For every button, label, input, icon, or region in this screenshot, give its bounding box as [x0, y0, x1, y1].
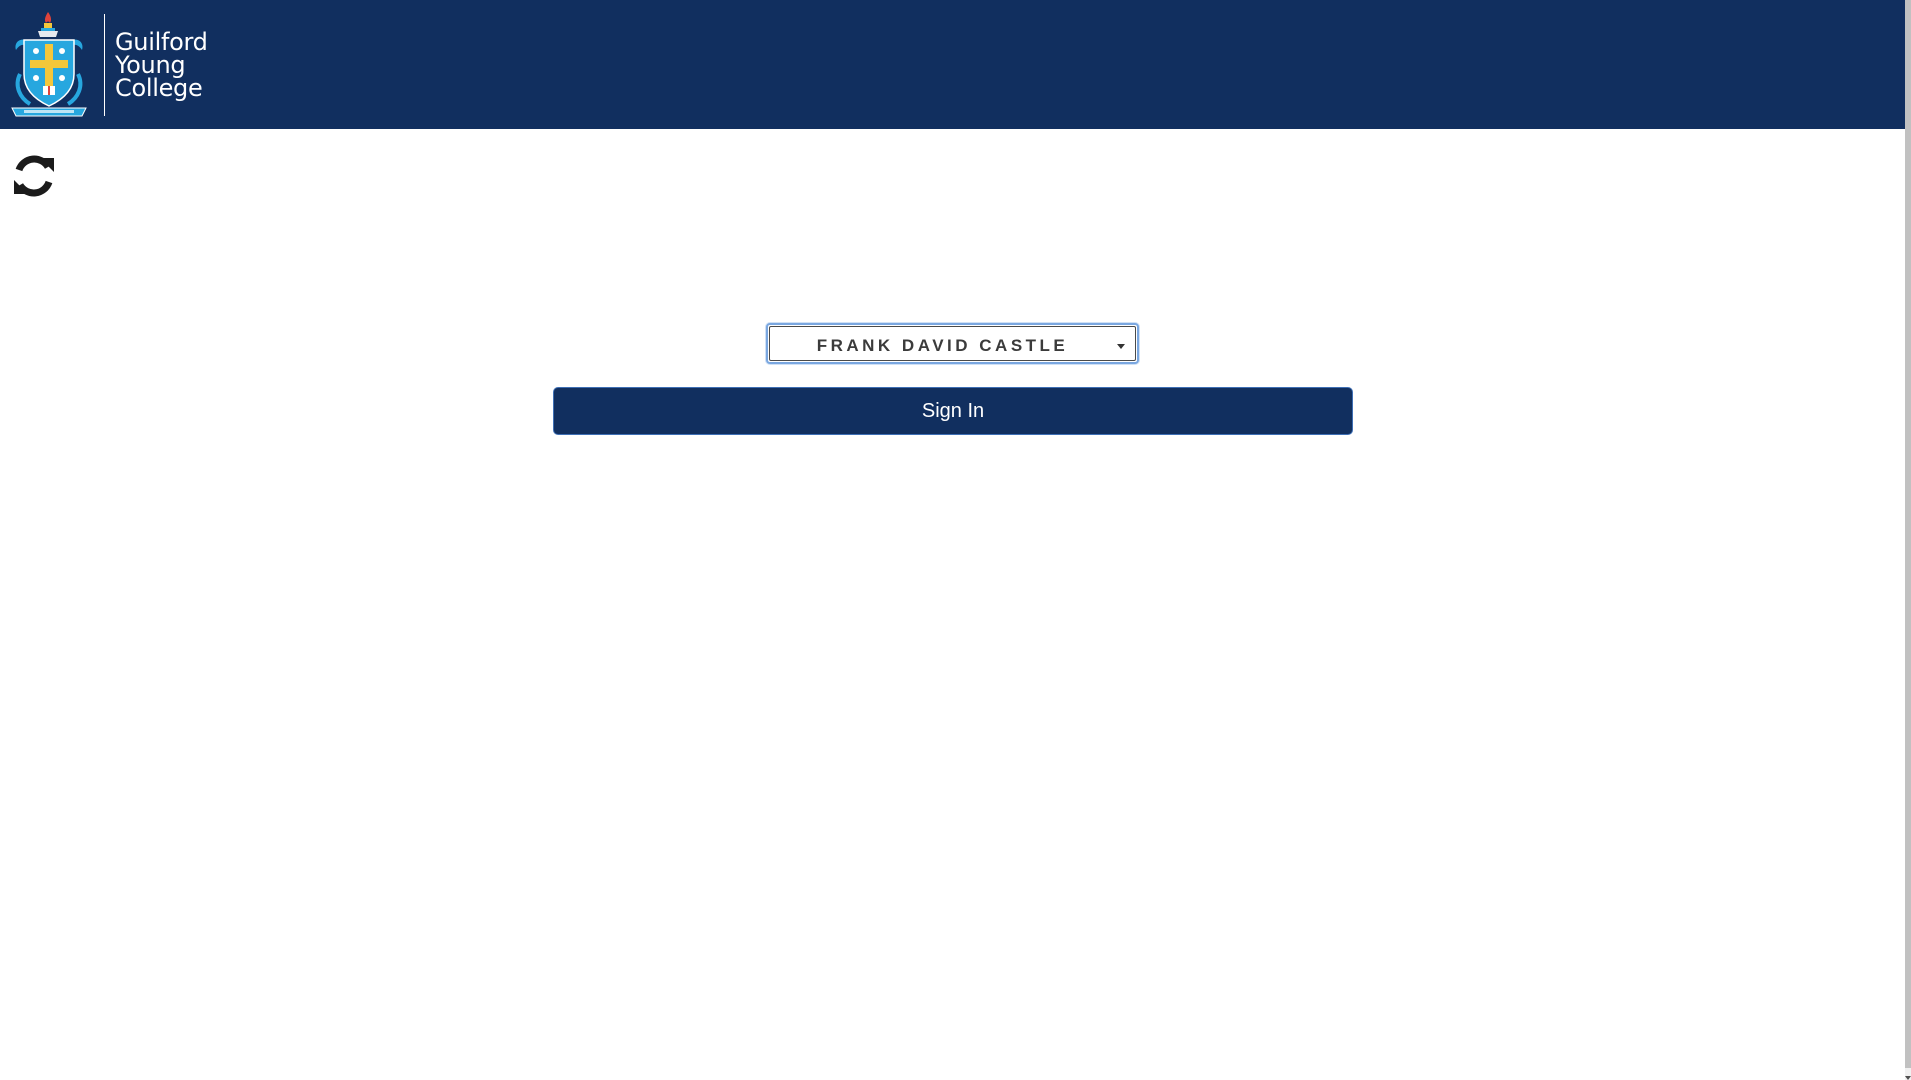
user-select[interactable]: FRANK DAVID CASTLE	[766, 323, 1139, 364]
college-name: Guilford Young College	[115, 30, 208, 102]
logo-divider	[104, 14, 105, 116]
app-header: Guilford Young College	[0, 0, 1905, 129]
scrollbar-thumb[interactable]	[1905, 0, 1911, 1068]
refresh-icon	[14, 155, 54, 197]
vertical-scrollbar[interactable]	[1905, 0, 1911, 1080]
college-name-line-3: College	[115, 73, 203, 102]
caret-down-icon	[1117, 344, 1125, 349]
college-crest-icon	[11, 12, 87, 117]
selected-user-name: FRANK DAVID CASTLE	[816, 336, 1069, 355]
sign-in-button[interactable]: Sign In	[553, 387, 1353, 435]
refresh-button[interactable]	[10, 153, 58, 199]
page: Guilford Young College FRANK DAVID CASTL…	[0, 0, 1911, 1080]
scroll-down-arrow-icon[interactable]	[1905, 1076, 1911, 1080]
user-select-box: FRANK DAVID CASTLE	[769, 326, 1136, 361]
college-logo[interactable]: Guilford Young College	[8, 10, 208, 120]
